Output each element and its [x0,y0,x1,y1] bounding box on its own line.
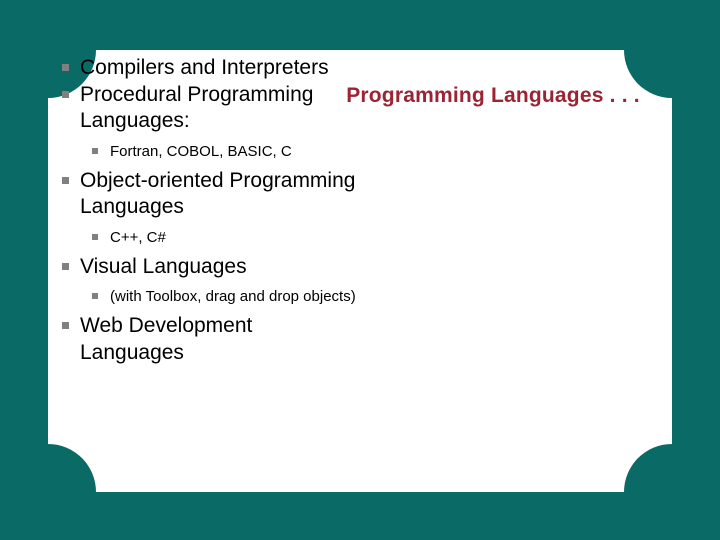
corner-notch-bottom-right [624,444,672,492]
corner-notch-bottom-left [48,444,96,492]
slide: Programming Languages . . . Compilers an… [0,0,720,540]
square-bullet-icon [62,262,69,270]
square-bullet-icon [62,90,69,98]
content-panel: Programming Languages . . . Compilers an… [48,50,672,492]
square-bullet-icon [62,322,69,329]
list-item: (with Toolbox, drag and drop objects) [62,286,362,307]
list-item: Object-oriented Programming Languages [62,168,362,221]
bullet-list: Compilers and Interpreters Procedural Pr… [62,55,362,366]
list-item-label: Fortran, COBOL, BASIC, C [110,142,292,160]
list-item: C++, C# [62,227,362,248]
list-item-label: (with Toolbox, drag and drop objects) [110,288,356,305]
list-item: Web Development Languages [62,313,362,366]
list-item-label: C++, C# [110,228,166,246]
list-item: Procedural Programming Languages: [62,82,362,135]
square-bullet-icon [62,64,69,71]
list-item: Compilers and Interpreters [62,55,362,82]
list-item: Visual Languages [62,254,362,281]
list-item-label: Web Development Languages [80,314,253,364]
slide-title: Programming Languages . . . [346,84,640,107]
square-bullet-icon [92,147,98,154]
square-bullet-icon [92,233,98,240]
list-item-label: Compilers and Interpreters [80,56,329,79]
list-item-label: Procedural Programming Languages: [80,82,314,133]
list-item-label: Visual Languages [80,254,247,278]
list-item-label: Object-oriented Programming Languages [80,168,356,219]
square-bullet-icon [62,176,69,184]
list-item: Fortran, COBOL, BASIC, C [62,141,362,162]
square-bullet-icon [92,293,98,299]
